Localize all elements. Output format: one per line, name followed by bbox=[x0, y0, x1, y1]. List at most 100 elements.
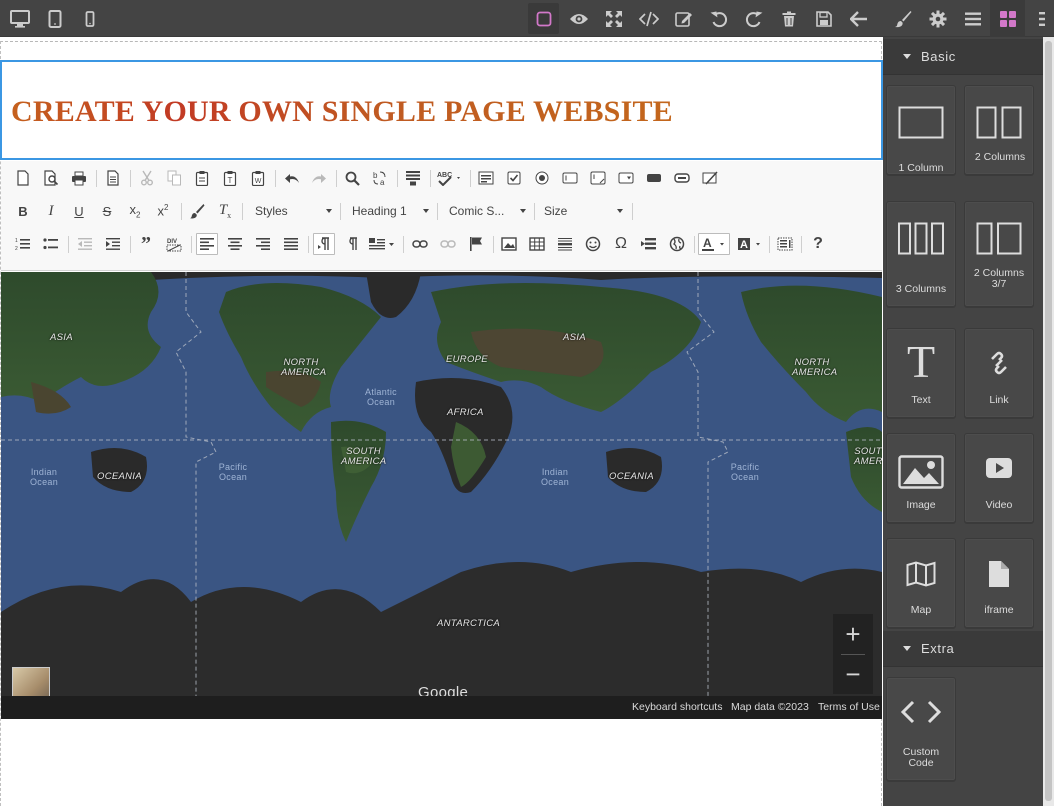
copy-button[interactable] bbox=[163, 167, 185, 189]
fullscreen-button[interactable] bbox=[596, 0, 631, 37]
spellcheck-button[interactable]: ABC bbox=[435, 167, 465, 189]
save-button[interactable] bbox=[806, 0, 841, 37]
category-extra[interactable]: Extra bbox=[883, 631, 1043, 667]
rte-redo-button[interactable] bbox=[308, 167, 330, 189]
print-button[interactable] bbox=[68, 167, 90, 189]
terms-link[interactable]: Terms of Use bbox=[818, 701, 880, 713]
bold-button[interactable]: B bbox=[12, 200, 34, 222]
smiley-button[interactable] bbox=[582, 233, 604, 255]
editor-canvas[interactable]: CREATE YOUR OWN SINGLE PAGE WEBSITE T W … bbox=[0, 37, 883, 806]
copy-format-button[interactable] bbox=[186, 200, 208, 222]
device-tablet-button[interactable] bbox=[37, 0, 72, 37]
block-iframe[interactable]: iframe bbox=[964, 538, 1034, 628]
settings-button[interactable] bbox=[920, 0, 955, 37]
new-page-button[interactable] bbox=[12, 167, 34, 189]
category-basic[interactable]: Basic bbox=[883, 39, 1043, 75]
align-center-button[interactable] bbox=[224, 233, 246, 255]
sw-visibility-button[interactable] bbox=[528, 3, 559, 34]
paste-text-button[interactable]: T bbox=[219, 167, 241, 189]
italic-button[interactable]: I bbox=[40, 200, 62, 222]
align-left-button[interactable] bbox=[196, 233, 218, 255]
back-button[interactable] bbox=[841, 0, 876, 37]
block-1-column[interactable]: 1 Column bbox=[886, 85, 956, 175]
text-direction-rtl-button[interactable] bbox=[341, 233, 363, 255]
outdent-button[interactable] bbox=[74, 233, 96, 255]
find-button[interactable] bbox=[341, 167, 363, 189]
page-break-button[interactable] bbox=[638, 233, 660, 255]
panel-scrollbar[interactable] bbox=[1043, 37, 1054, 806]
textarea-button[interactable] bbox=[587, 167, 609, 189]
block-custom-code[interactable]: Custom Code bbox=[886, 677, 956, 781]
block-2-columns[interactable]: 2 Columns bbox=[964, 85, 1034, 175]
templates-button[interactable] bbox=[102, 167, 124, 189]
language-button[interactable] bbox=[367, 233, 397, 255]
underline-button[interactable]: U bbox=[68, 200, 90, 222]
show-blocks-button[interactable] bbox=[774, 233, 796, 255]
device-desktop-button[interactable] bbox=[2, 0, 37, 37]
form-button[interactable] bbox=[475, 167, 497, 189]
table-button[interactable] bbox=[526, 233, 548, 255]
size-combo[interactable]: Size bbox=[534, 200, 628, 222]
numbered-list-button[interactable]: 12 bbox=[12, 233, 34, 255]
create-div-button[interactable]: DIV bbox=[163, 233, 185, 255]
radio-button[interactable] bbox=[531, 167, 553, 189]
anchor-button[interactable] bbox=[465, 233, 487, 255]
device-mobile-button[interactable] bbox=[72, 0, 107, 37]
checkbox-button[interactable] bbox=[503, 167, 525, 189]
font-combo[interactable]: Comic S... bbox=[439, 200, 531, 222]
block-video[interactable]: Video bbox=[964, 433, 1034, 523]
special-char-button[interactable]: Ω bbox=[610, 233, 632, 255]
redo-button[interactable] bbox=[736, 0, 771, 37]
indent-button[interactable] bbox=[102, 233, 124, 255]
subscript-button[interactable]: x2 bbox=[124, 200, 146, 222]
align-right-button[interactable] bbox=[252, 233, 274, 255]
horizontal-rule-button[interactable] bbox=[554, 233, 576, 255]
block-map[interactable]: Map bbox=[886, 538, 956, 628]
hidden-field-button[interactable] bbox=[699, 167, 721, 189]
select-field-button[interactable] bbox=[615, 167, 637, 189]
import-button[interactable] bbox=[666, 0, 701, 37]
block-image[interactable]: Image bbox=[886, 433, 956, 523]
paste-button[interactable] bbox=[191, 167, 213, 189]
paste-word-button[interactable]: W bbox=[247, 167, 269, 189]
keyboard-shortcuts-link[interactable]: Keyboard shortcuts bbox=[632, 701, 722, 713]
undo-button[interactable] bbox=[701, 0, 736, 37]
justify-button[interactable] bbox=[280, 233, 302, 255]
image-button-field-button[interactable] bbox=[671, 167, 693, 189]
code-button[interactable] bbox=[631, 0, 666, 37]
selected-text-block[interactable]: CREATE YOUR OWN SINGLE PAGE WEBSITE bbox=[0, 60, 883, 160]
scrollbar-thumb[interactable] bbox=[1045, 41, 1052, 801]
page-heading[interactable]: CREATE YOUR OWN SINGLE PAGE WEBSITE bbox=[11, 95, 673, 129]
layer-manager-button[interactable] bbox=[955, 0, 990, 37]
clear-canvas-button[interactable] bbox=[771, 0, 806, 37]
about-button[interactable]: ? bbox=[807, 233, 829, 255]
text-direction-ltr-button[interactable] bbox=[313, 233, 335, 255]
image-insert-button[interactable] bbox=[498, 233, 520, 255]
preview-button[interactable] bbox=[561, 0, 596, 37]
textfield-button[interactable] bbox=[559, 167, 581, 189]
overflow-button[interactable] bbox=[1025, 0, 1054, 37]
map-block[interactable]: ASIA ASIA NORTH AMERICA NORTH AMERICA EU… bbox=[1, 272, 882, 719]
replace-button[interactable]: ba bbox=[369, 167, 391, 189]
block-3-columns[interactable]: 3 Columns bbox=[886, 201, 956, 307]
cut-button[interactable] bbox=[136, 167, 158, 189]
iframe-insert-button[interactable] bbox=[666, 233, 688, 255]
bulleted-list-button[interactable] bbox=[40, 233, 62, 255]
text-color-button[interactable]: A bbox=[698, 233, 730, 255]
remove-format-button[interactable]: Tx bbox=[214, 200, 236, 222]
blockquote-button[interactable]: ” bbox=[135, 233, 157, 255]
style-manager-button[interactable] bbox=[885, 0, 920, 37]
zoom-out-button[interactable]: − bbox=[833, 654, 873, 694]
strike-button[interactable]: S bbox=[96, 200, 118, 222]
block-text[interactable]: T Text bbox=[886, 328, 956, 418]
unlink-button[interactable] bbox=[437, 233, 459, 255]
background-color-button[interactable]: A bbox=[734, 233, 766, 255]
map-data-link[interactable]: Map data ©2023 bbox=[731, 701, 809, 713]
select-all-button[interactable] bbox=[402, 167, 424, 189]
rte-undo-button[interactable] bbox=[281, 167, 303, 189]
blocks-button[interactable] bbox=[990, 0, 1025, 37]
preview-doc-button[interactable] bbox=[40, 167, 62, 189]
format-combo[interactable]: Heading 1 bbox=[342, 200, 434, 222]
link-button[interactable] bbox=[409, 233, 431, 255]
block-link[interactable]: Link bbox=[964, 328, 1034, 418]
